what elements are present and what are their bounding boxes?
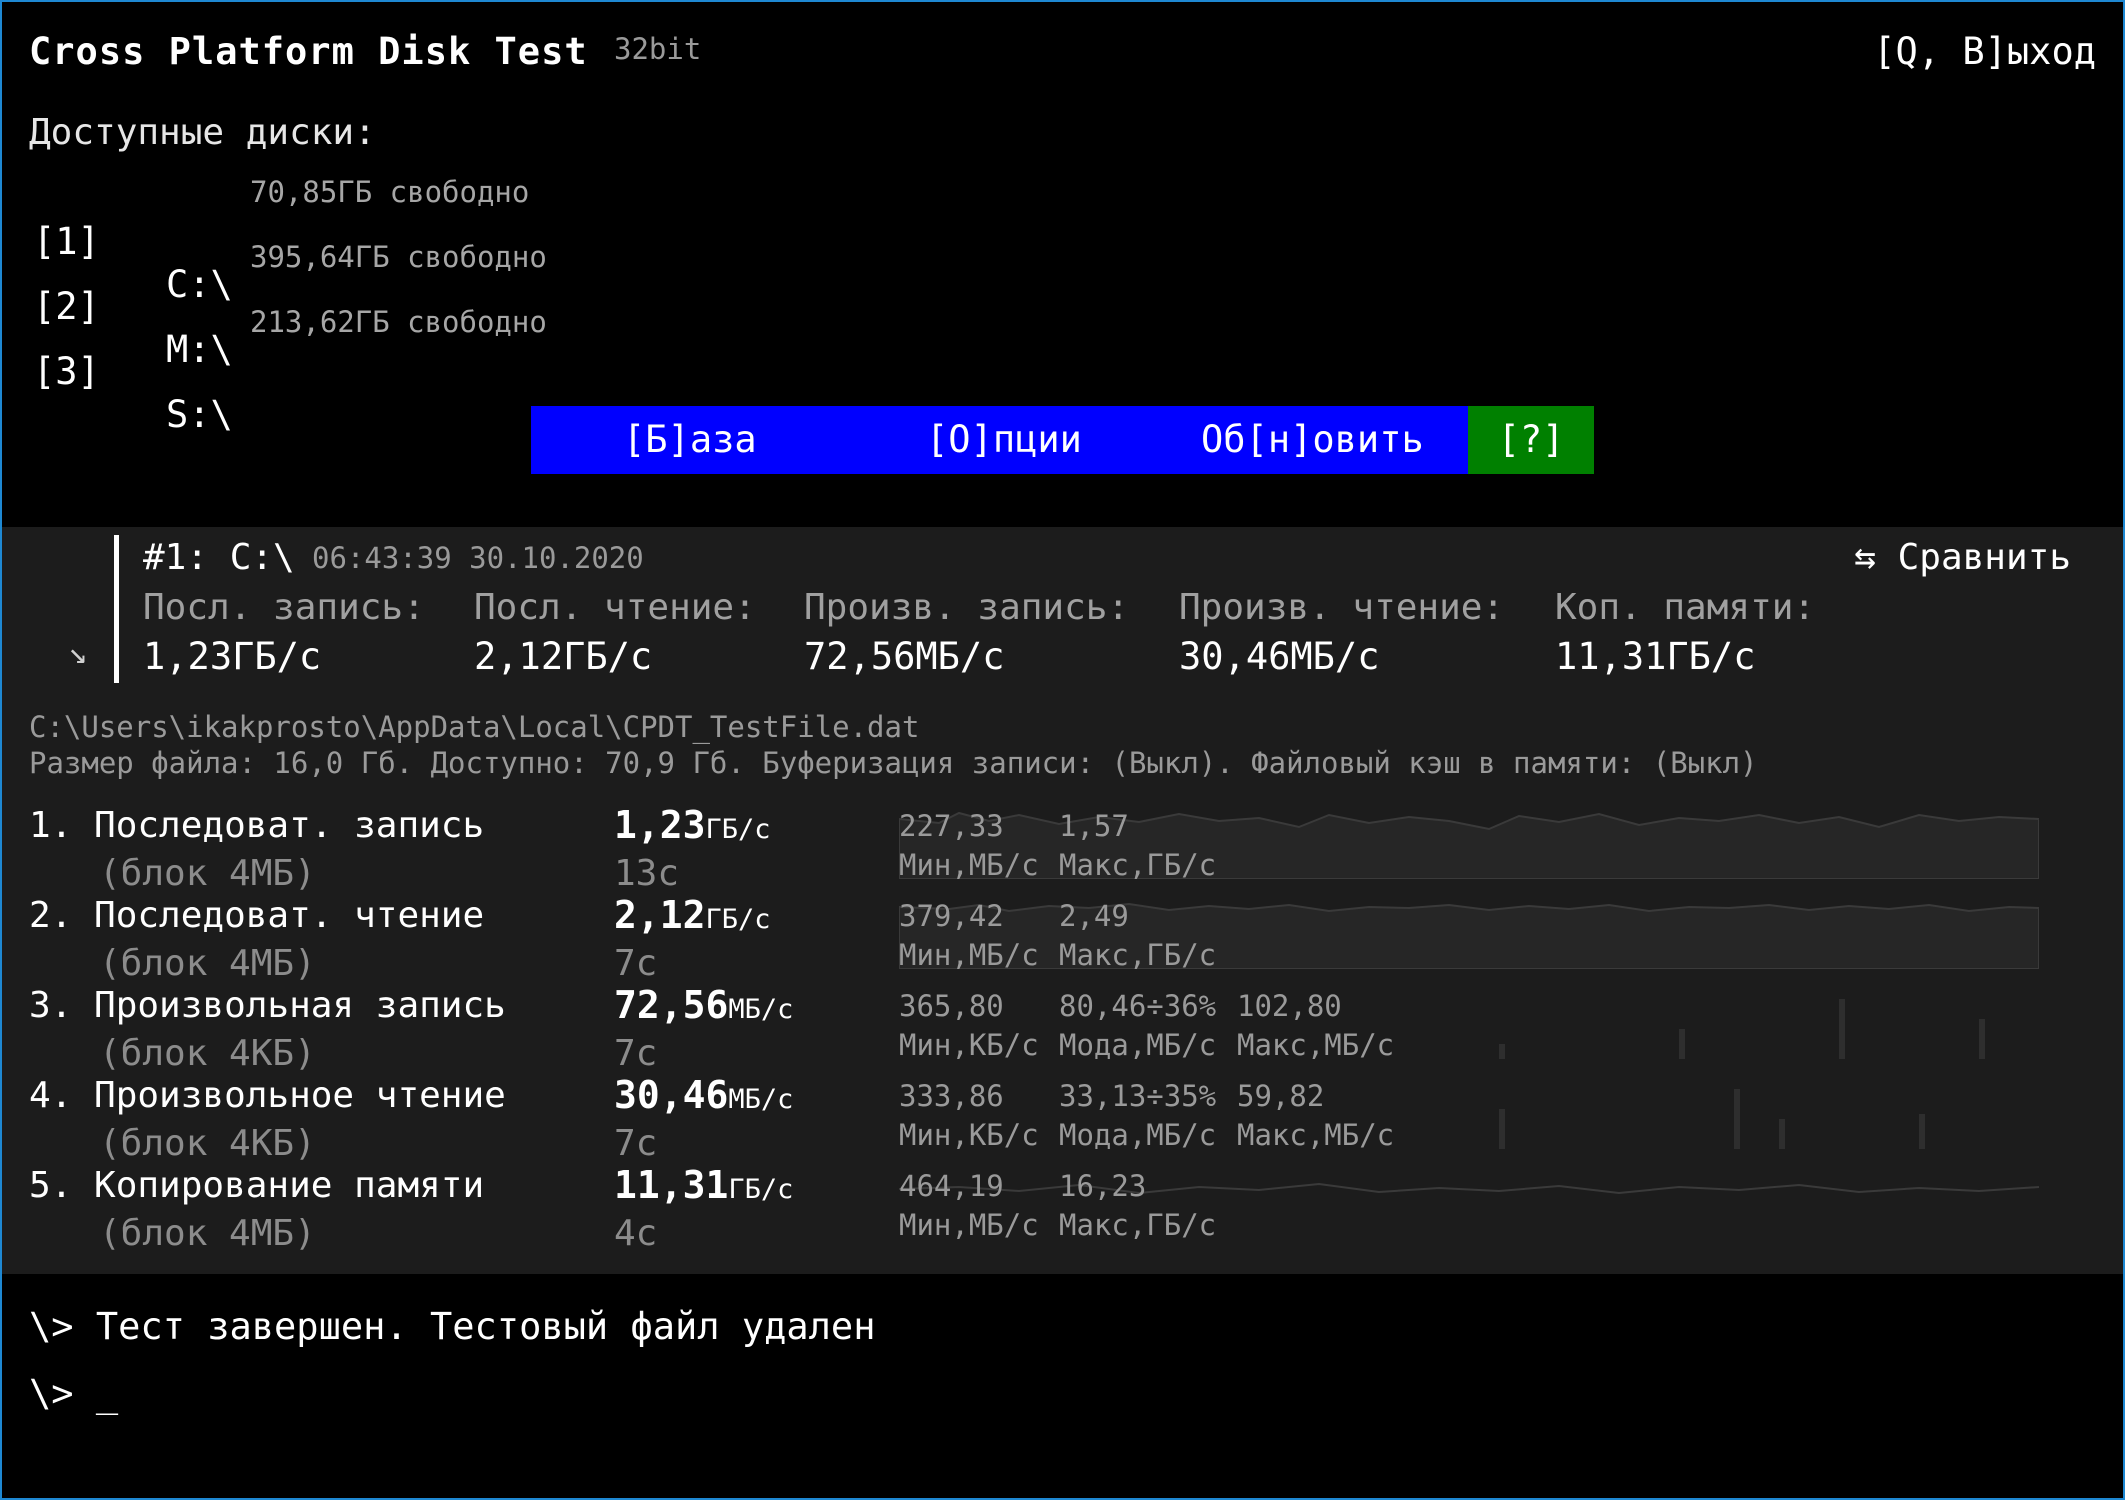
drive-free-space: 70,85ГБ свободно [250,175,530,209]
stat-value: 227,33 [899,809,1004,843]
stat-label: Мода,МБ/с [1059,1028,1217,1062]
quit-button[interactable]: [Q, В]ыход [1873,30,2096,73]
test-result: 1,23ГБ/с [614,803,771,847]
test-name: 3. Произвольная запись [29,985,506,1026]
test-result: 11,31ГБ/с [614,1163,794,1207]
drive-free-space: 213,62ГБ свободно [250,305,547,339]
summary-divider [114,535,119,683]
menu-refresh[interactable]: Об[н]овить [1201,406,1424,474]
test-file-info: Размер файла: 16,0 Гб. Доступно: 70,9 Гб… [29,746,1758,780]
run-timestamp: 06:43:39 30.10.2020 [312,541,644,575]
stat-value: 80,46÷36% [1059,989,1217,1023]
drive-letter: M:\ [166,328,233,371]
compare-button[interactable]: ⇆ Сравнить [1854,537,2071,578]
stat-value: 1,57 [1059,809,1129,843]
test-duration: 4с [614,1213,658,1254]
stat-label: Макс,ГБ/с [1059,938,1217,972]
test-result: 2,12ГБ/с [614,893,771,937]
drive-item-2[interactable]: [2] M:\ 395,64ГБ свободно [29,240,547,371]
stat-label: Макс,ГБ/с [1059,848,1217,882]
drive-item-1[interactable]: [1] C:\ 70,85ГБ свободно [29,175,529,306]
test-block: (блок 4КБ) [99,1033,316,1074]
test-block: (блок 4МБ) [99,1213,316,1254]
stat-label: Макс,МБ/с [1237,1028,1395,1062]
drive-letter: S:\ [166,393,233,436]
stat-value: 464,19 [899,1169,1004,1203]
drives-heading: Доступные диски: [29,112,376,153]
summary-value: 1,23ГБ/с [143,635,322,678]
summary-label: Произв. запись: [804,587,1130,628]
stat-value: 102,80 [1237,989,1342,1023]
stat-label: Макс,МБ/с [1237,1118,1395,1152]
test-result: 30,46МБ/с [614,1073,794,1117]
menu-options[interactable]: [О]пции [926,406,1082,474]
drive-item-3[interactable]: [3] S:\ 213,62ГБ свободно [29,305,547,436]
summary-value: 11,31ГБ/с [1555,635,1756,678]
test-block: (блок 4КБ) [99,1123,316,1164]
stat-label: Мин,МБ/с [899,848,1039,882]
summary-value: 72,56МБ/с [804,635,1005,678]
run-id: #1: C:\ [143,537,295,578]
stat-label: Мода,МБ/с [1059,1118,1217,1152]
test-result: 72,56МБ/с [614,983,794,1027]
menu-help[interactable]: [?] [1468,406,1594,474]
stat-label: Мин,МБ/с [899,938,1039,972]
stat-value: 33,13÷35% [1059,1079,1217,1113]
summary-label: Посл. запись: [143,587,425,628]
stat-value: 2,49 [1059,899,1129,933]
test-name: 4. Произвольное чтение [29,1075,506,1116]
app-title: Cross Platform Disk Test [29,30,588,73]
menu-base[interactable]: [Б]аза [623,406,757,474]
results-panel: ↘ #1: C:\ 06:43:39 30.10.2020 ⇆ Сравнить… [2,527,2123,1274]
test-duration: 7с [614,943,658,984]
summary-label: Произв. чтение: [1179,587,1505,628]
test-duration: 7с [614,1033,658,1074]
test-name: 1. Последоват. запись [29,805,485,846]
app-window: Cross Platform Disk Test 32bit [Q, В]ыхо… [0,0,2125,1500]
console-prompt[interactable]: \> _ [29,1372,118,1415]
stat-label: Мин,МБ/с [899,1208,1039,1242]
expand-arrow-icon[interactable]: ↘ [68,633,87,671]
test-duration: 13с [614,853,680,894]
test-block: (блок 4МБ) [99,943,316,984]
stat-value: 365,80 [899,989,1004,1023]
console-line: \> Тест завершен. Тестовый файл удален [29,1305,876,1348]
stat-value: 16,23 [1059,1169,1147,1203]
summary-value: 2,12ГБ/с [474,635,653,678]
test-block: (блок 4МБ) [99,853,316,894]
test-file-path: C:\Users\ikakprosto\AppData\Local\CPDT_T… [29,710,920,744]
summary-label: Посл. чтение: [474,587,756,628]
test-name: 5. Копирование памяти [29,1165,485,1206]
stat-label: Макс,ГБ/с [1059,1208,1217,1242]
stat-value: 59,82 [1237,1079,1325,1113]
test-duration: 7с [614,1123,658,1164]
stat-value: 379,42 [899,899,1004,933]
menu-bar: [Б]аза [О]пции Об[н]овить [?] [531,406,1594,474]
summary-value: 30,46МБ/с [1179,635,1380,678]
arch-label: 32bit [614,32,702,66]
test-name: 2. Последоват. чтение [29,895,485,936]
stat-label: Мин,КБ/с [899,1118,1039,1152]
drive-letter: C:\ [166,263,233,306]
stat-label: Мин,КБ/с [899,1028,1039,1062]
stat-value: 333,86 [899,1079,1004,1113]
summary-label: Коп. памяти: [1555,587,1816,628]
drive-key: [3] [33,350,100,393]
drive-free-space: 395,64ГБ свободно [250,240,547,274]
